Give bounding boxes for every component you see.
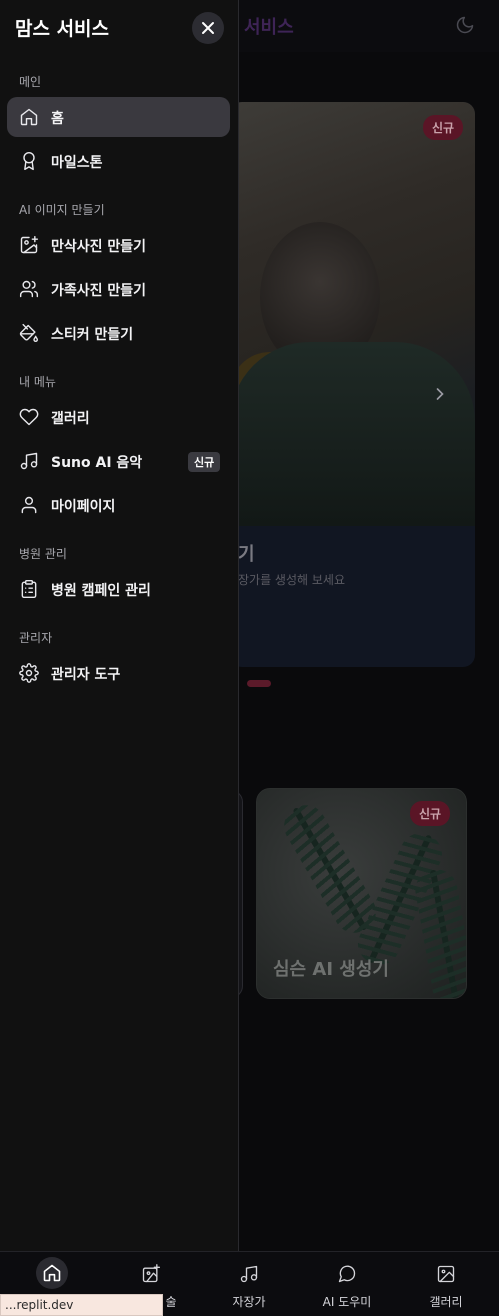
sidebar-item-label: 마이페이지 (51, 499, 116, 515)
award-icon (23, 151, 35, 171)
close-icon (202, 22, 214, 34)
section-label-ai-image: AI 이미지 만들기 (19, 203, 105, 217)
clipboard-icon (21, 579, 37, 599)
sidebar-item-mypage[interactable]: 마이페이지 (7, 485, 230, 525)
music-icon (240, 1265, 258, 1283)
paint-bucket-icon (19, 323, 39, 342)
home-icon[interactable] (42, 1263, 62, 1283)
bottom-nav-gallery[interactable]: 갤러리 (406, 1252, 486, 1316)
sidebar-item-hospital-campaign[interactable]: 병원 캠페인 관리 (7, 569, 230, 609)
bottom-nav-label: 자장가 (232, 1295, 266, 1309)
close-button[interactable] (192, 12, 224, 44)
bottom-nav-label: AI 도우미 (322, 1295, 372, 1309)
sidebar-item-label: 스티커 만들기 (51, 327, 134, 343)
carousel-dot-active[interactable] (247, 680, 271, 687)
sidebar-item-maternity-photo[interactable]: 만삭사진 만들기 (7, 225, 230, 265)
sidebar-item-milestone[interactable]: 마일스톤 (7, 141, 230, 181)
sidebar-item-label: 마일스톤 (51, 155, 103, 171)
hero-title: 기 (238, 544, 255, 565)
sidebar-item-home[interactable]: 홈 (7, 97, 230, 137)
users-icon (19, 280, 39, 298)
header-title: 서비스 (244, 17, 294, 38)
section-label-hospital: 병원 관리 (19, 547, 67, 561)
hero-banner[interactable]: 신규 기 장가를 생성해 보세요 (230, 102, 475, 667)
new-badge: 신규 (410, 801, 451, 826)
card-title: 심슨 AI 생성기 (273, 959, 389, 980)
settings-icon (19, 663, 39, 683)
section-label-main: 메인 (19, 75, 42, 89)
sidebar-item-sticker[interactable]: 스티커 만들기 (7, 313, 230, 353)
image-plus-icon (142, 1264, 160, 1283)
music-icon (20, 452, 38, 470)
moon-icon[interactable] (455, 15, 475, 35)
heart-icon (19, 408, 39, 426)
new-badge: 신규 (188, 452, 221, 472)
hero-subtitle: 장가를 생성해 보세요 (238, 573, 345, 587)
new-badge: 신규 (423, 115, 464, 140)
sidebar-item-label: 홈 (51, 111, 64, 127)
bottom-nav-ai-helper[interactable]: AI 도우미 (307, 1252, 387, 1316)
chat-bubble-icon (338, 1265, 356, 1283)
image-icon (437, 1265, 455, 1283)
side-drawer: 맘스 서비스 메인 홈 마일스톤 AI 이미지 만들기 만삭사진 만들기 가족사… (0, 0, 239, 1251)
sidebar-item-label: 갤러리 (51, 411, 90, 427)
image-plus-icon (20, 235, 39, 254)
sidebar-item-suno-music[interactable]: Suno AI 음악 신규 (7, 441, 230, 481)
sidebar-item-admin-tools[interactable]: 관리자 도구 (7, 653, 230, 693)
sidebar-item-label: 관리자 도구 (51, 667, 121, 683)
user-icon (21, 496, 37, 514)
sidebar-item-label: 만삭사진 만들기 (51, 239, 147, 255)
home-icon (20, 108, 38, 126)
hero-image (230, 102, 475, 526)
sidebar-item-label: 병원 캠페인 관리 (51, 583, 151, 599)
feature-card-simpson[interactable]: 신규 심슨 AI 생성기 (256, 788, 467, 999)
sidebar-item-gallery[interactable]: 갤러리 (7, 397, 230, 437)
chevron-right-icon[interactable] (430, 384, 452, 406)
sidebar-item-family-photo[interactable]: 가족사진 만들기 (7, 269, 230, 309)
sidebar-item-label: 가족사진 만들기 (51, 283, 147, 299)
status-url-tooltip: ...replit.dev (0, 1294, 163, 1316)
sidebar-item-label: Suno AI 음악 (51, 455, 143, 471)
section-label-admin: 관리자 (19, 631, 53, 645)
drawer-title: 맘스 서비스 (15, 18, 110, 40)
bottom-nav-lullaby[interactable]: 자장가 (209, 1252, 289, 1316)
bottom-nav-label: 갤러리 (429, 1295, 463, 1309)
section-label-my-menu: 내 메뉴 (19, 375, 56, 389)
